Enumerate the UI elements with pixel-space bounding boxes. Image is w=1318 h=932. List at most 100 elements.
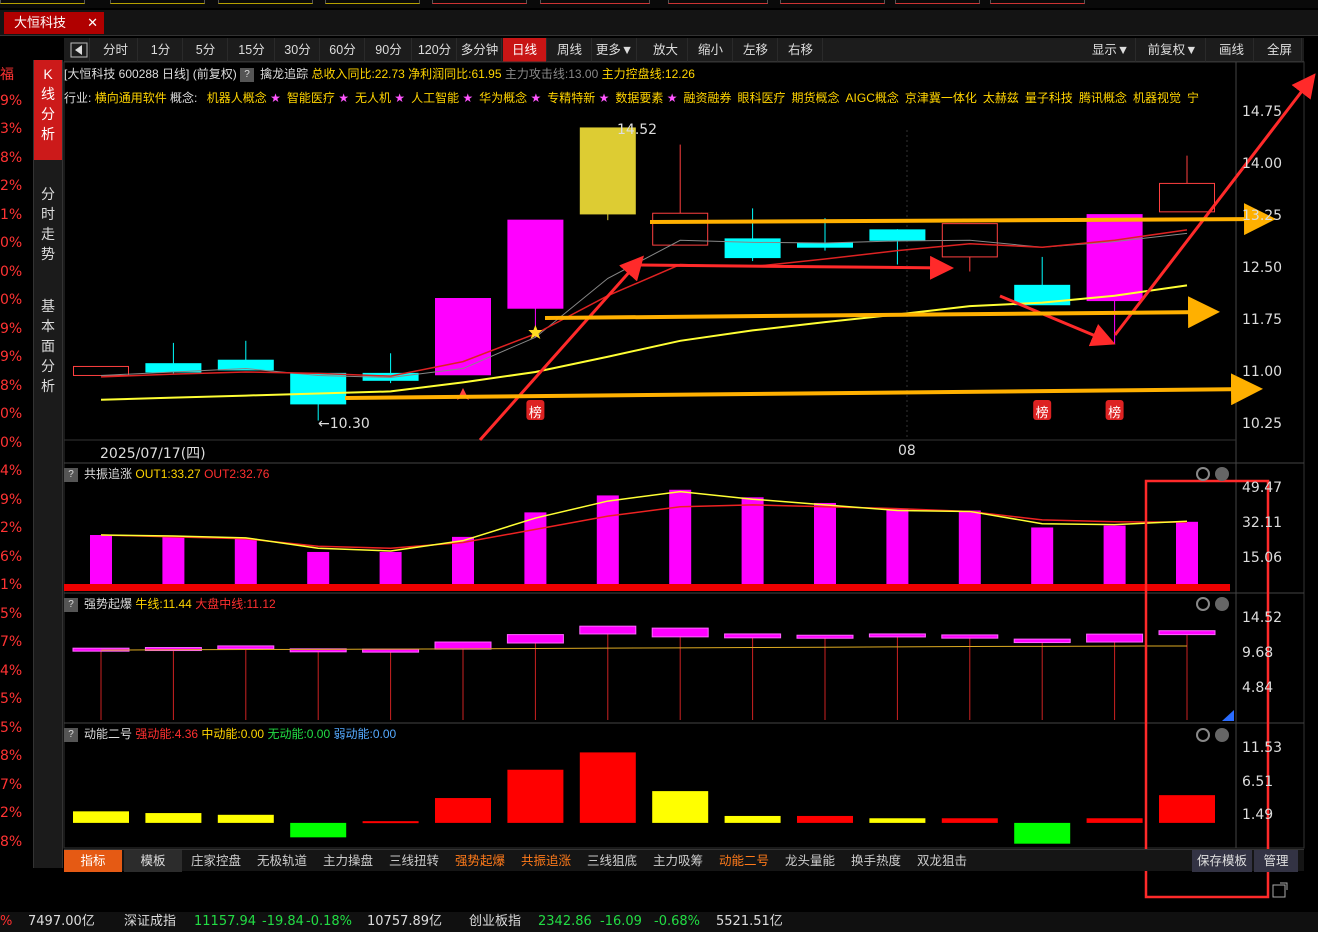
sub2-bar	[1158, 630, 1216, 636]
sub2-bar	[868, 633, 926, 638]
ticker-d: 11157.94	[194, 914, 257, 929]
sub3-bar	[1159, 795, 1215, 823]
indicator-tab[interactable]: 保存模板	[1192, 850, 1252, 872]
ticker-h[interactable]: 创业板指	[469, 912, 521, 932]
candle-body[interactable]	[869, 229, 926, 241]
sub2-bar	[1013, 638, 1071, 644]
sub3-bar	[941, 818, 998, 823]
indicator-tab[interactable]: 主力吸筹	[646, 850, 710, 872]
candle-body[interactable]	[1086, 214, 1143, 302]
sub1-header: ? 共振追涨 OUT1:33.27 OUT2:32.76	[64, 465, 269, 483]
indicator-tab[interactable]: 强势起爆	[448, 850, 512, 872]
sub3-bar	[724, 815, 781, 823]
help-icon[interactable]: ?	[64, 727, 78, 742]
bang-marker-label: 榜	[1108, 405, 1122, 420]
export-icon-svg	[1272, 882, 1288, 898]
indicator-tab[interactable]: 指标	[64, 850, 122, 872]
sub2-header: ? 强势起爆 牛线:11.44 大盘中线:11.12	[64, 595, 276, 613]
date-label: 2025/07/17(四)	[100, 446, 206, 462]
sub3-name[interactable]: 动能二号	[84, 727, 132, 741]
sub1-bar	[162, 536, 185, 584]
gear-icon[interactable]	[1196, 728, 1210, 742]
gear-icon[interactable]	[1196, 597, 1210, 611]
sub1-axis-label: 49.47	[1242, 480, 1283, 496]
bang-marker-label: 榜	[1035, 405, 1049, 420]
sub3-bar	[1086, 818, 1143, 823]
sub1-axis-label: 32.11	[1242, 515, 1283, 531]
sub1-name[interactable]: 共振追涨	[84, 467, 132, 481]
sub2-bar	[796, 634, 854, 639]
sub3-weak: 弱动能:0.00	[333, 727, 397, 741]
help-icon[interactable]: ?	[64, 467, 78, 482]
sub2-chart-group	[72, 625, 1216, 720]
indicator-tab[interactable]: 动能二号	[712, 850, 776, 872]
candle-body[interactable]	[579, 127, 636, 215]
main-axis-label: 11.00	[1242, 364, 1283, 380]
sub1-out2: OUT2:32.76	[204, 467, 270, 481]
close-pane-icon[interactable]	[1215, 597, 1229, 611]
sub2-axis-label: 14.52	[1242, 610, 1283, 626]
candle-body[interactable]	[507, 219, 564, 309]
help-icon[interactable]: ?	[64, 597, 78, 612]
close-pane-icon[interactable]	[1215, 467, 1229, 481]
sub3-none: 无动能:0.00	[267, 727, 331, 741]
indicator-tab[interactable]: 三线扭转	[382, 850, 446, 872]
sub3-bar	[652, 791, 709, 823]
sub2-bar	[1086, 633, 1144, 643]
indicator-tab[interactable]: 庄家控盘	[184, 850, 248, 872]
indicator-tab[interactable]: 主力操盘	[316, 850, 380, 872]
candle-body[interactable]	[435, 298, 491, 376]
ticker-l: 5521.51亿	[716, 914, 783, 929]
sub3-mid: 中动能:0.00	[201, 727, 265, 741]
indicator-tab[interactable]: 龙头量能	[778, 850, 842, 872]
sub3-bar	[435, 798, 491, 823]
ticker-i: 2342.86	[538, 914, 592, 929]
gear-icon[interactable]	[1196, 467, 1210, 481]
sub1-bar	[1103, 525, 1126, 584]
indicator-tab[interactable]: 无极轨道	[250, 850, 314, 872]
main-axis-label: 14.75	[1242, 104, 1283, 120]
ma-line	[100, 504, 1188, 549]
export-icon[interactable]	[1270, 880, 1300, 904]
index-ticker: % 7497.00亿 深证成指 11157.94 -19.84 -0.18% 1…	[0, 912, 1318, 932]
indicator-tab[interactable]: 双龙狙击	[910, 850, 974, 872]
sub2-bar	[506, 634, 564, 644]
indicator-tab[interactable]: 换手热度	[844, 850, 908, 872]
candle-body[interactable]	[1159, 182, 1215, 213]
indicator-tab[interactable]: 共振追涨	[514, 850, 578, 872]
sub2-axis-label: 4.84	[1242, 680, 1274, 696]
sub2-bar	[434, 641, 492, 650]
sub3-axis-label: 11.53	[1242, 740, 1283, 756]
sub3-bar	[797, 815, 853, 823]
sub2-bar	[724, 633, 782, 639]
sub2-market: 大盘中线:11.12	[195, 597, 276, 611]
sub1-axis-label: 15.06	[1242, 550, 1283, 566]
main-axis-label: 10.25	[1242, 416, 1283, 432]
sub2-bar	[579, 625, 637, 635]
sub3-bar	[217, 814, 274, 823]
sub1-base-bar	[64, 584, 1230, 591]
sub1-bar	[886, 508, 909, 584]
ticker-c[interactable]: 深证成指	[124, 912, 176, 932]
sub3-bar	[290, 822, 347, 838]
month-label: 08	[898, 443, 916, 459]
close-pane-icon[interactable]	[1215, 728, 1229, 742]
indicator-tab[interactable]: 三线狙底	[580, 850, 644, 872]
indicator-tab[interactable]: 模板	[124, 850, 182, 872]
sub3-bar	[1014, 822, 1071, 844]
candle-body[interactable]	[797, 242, 853, 248]
sub1-bar	[379, 551, 402, 584]
indicator-tab[interactable]: 管理	[1254, 850, 1298, 872]
main-axis-label: 12.50	[1242, 260, 1283, 276]
sub1-chart-group	[64, 489, 1230, 591]
sub1-bar	[958, 510, 981, 584]
sub3-bar	[73, 811, 129, 823]
main-axis-label: 13.25	[1242, 208, 1283, 224]
sub2-name[interactable]: 强势起爆	[84, 597, 132, 611]
arrow-level-1	[649, 203, 1276, 236]
sub1-bar	[234, 538, 257, 584]
bang-marker-label: 榜	[528, 405, 542, 420]
ticker-e: -19.84	[262, 914, 304, 929]
candle-body[interactable]	[290, 372, 347, 405]
main-chart-group	[73, 127, 1215, 421]
